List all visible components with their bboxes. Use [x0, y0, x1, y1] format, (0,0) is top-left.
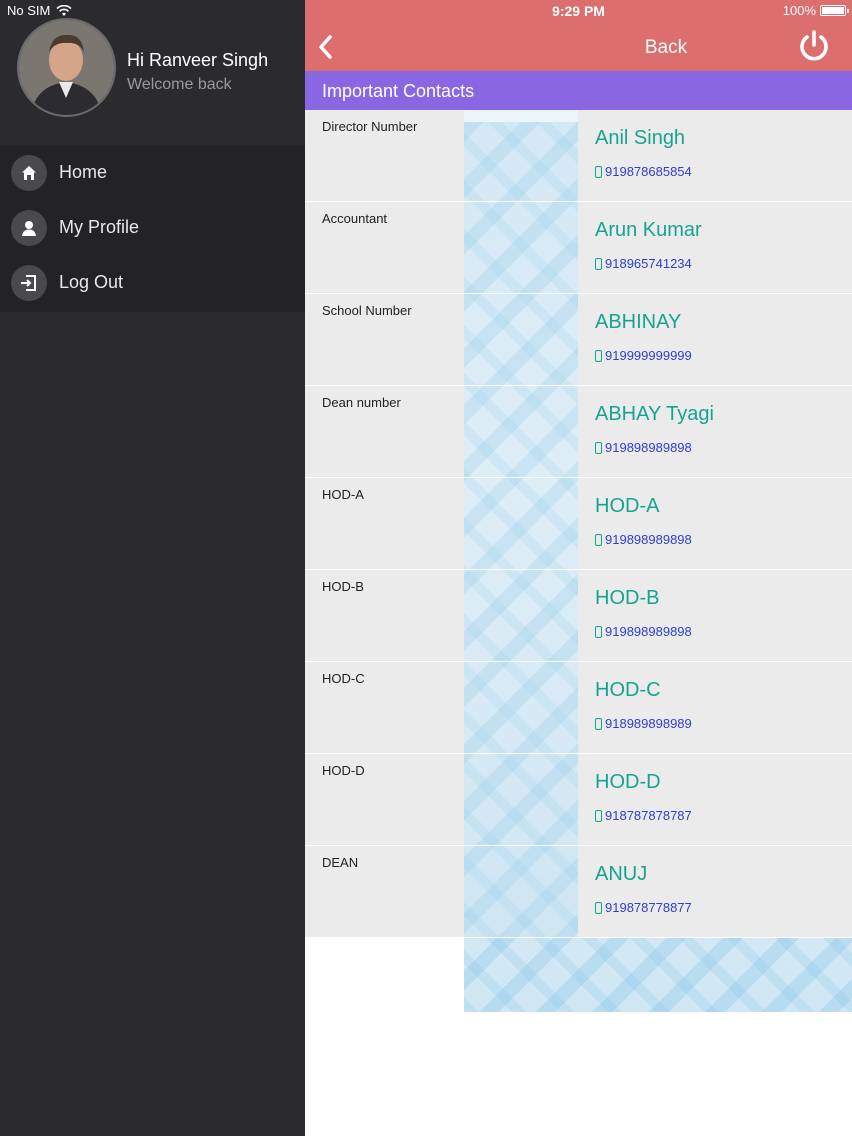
menu-item-my-profile[interactable]: My Profile [0, 200, 305, 255]
avatar-photo [19, 20, 114, 115]
contact-row[interactable]: HOD-C HOD-C 918989898989 [305, 662, 852, 754]
contact-role: Dean number [322, 395, 401, 410]
phone-icon [595, 441, 602, 454]
phone-number: 918989898989 [605, 716, 692, 731]
home-icon [11, 154, 47, 191]
main-panel: 9:29 PM 100% Back Important Contacts Dir… [305, 0, 852, 1136]
phone-icon [595, 349, 602, 362]
contact-name: HOD-A [595, 495, 660, 517]
contact-role: Accountant [322, 211, 388, 226]
menu-item-home[interactable]: Home [0, 145, 305, 200]
greeting-text: Hi Ranveer Singh [127, 50, 269, 70]
wifi-icon [56, 5, 72, 16]
phone-icon [595, 165, 602, 178]
phone-number: 919878685854 [605, 164, 692, 179]
contact-name: HOD-C [595, 679, 661, 701]
status-time: 9:29 PM [552, 3, 605, 19]
navigation-bar: 9:29 PM 100% Back [305, 0, 852, 71]
contact-row[interactable]: HOD-B HOD-B 919898989898 [305, 570, 852, 662]
back-chevron-icon[interactable] [313, 33, 337, 61]
phone-icon [595, 625, 602, 638]
contact-phone[interactable]: 918989898989 [595, 716, 692, 731]
phone-number: 919898989898 [605, 624, 692, 639]
phone-icon [595, 901, 602, 914]
contact-row[interactable]: Dean number ABHAY Tyagi 919898989898 [305, 386, 852, 478]
contact-name: HOD-B [595, 587, 660, 609]
contact-row[interactable]: HOD-A HOD-A 919898989898 [305, 478, 852, 570]
menu-item-log-out[interactable]: Log Out [0, 255, 305, 310]
phone-number: 919999999999 [605, 348, 692, 363]
phone-icon [595, 533, 602, 546]
phone-number: 919878778877 [605, 900, 692, 915]
contact-row[interactable]: Director Number Anil Singh 919878685854 [305, 110, 852, 202]
drawer-menu: Home My Profile Log Out [0, 145, 305, 312]
contact-role: DEAN [322, 855, 359, 870]
contact-list: Director Number Anil Singh 919878685854 … [305, 110, 852, 938]
contact-phone[interactable]: 919878685854 [595, 164, 692, 179]
phone-icon [595, 257, 602, 270]
contact-phone[interactable]: 919898989898 [595, 624, 692, 639]
contact-role: HOD-A [322, 487, 364, 502]
contact-role: HOD-C [322, 671, 365, 686]
user-icon [11, 209, 47, 246]
phone-number: 919898989898 [605, 532, 692, 547]
phone-number: 919898989898 [605, 440, 692, 455]
profile-header: Hi Ranveer Singh Welcome back [0, 18, 305, 118]
side-drawer: No SIM Hi Ranveer Singh Welcome back Hom… [0, 0, 305, 1136]
contact-phone[interactable]: 919999999999 [595, 348, 692, 363]
contact-phone[interactable]: 918787878787 [595, 808, 692, 823]
contact-role: School Number [322, 303, 412, 318]
menu-label-my-profile: My Profile [59, 217, 140, 237]
contact-role: Director Number [322, 119, 418, 134]
contact-row[interactable]: HOD-D HOD-D 918787878787 [305, 754, 852, 846]
contact-phone[interactable]: 919898989898 [595, 532, 692, 547]
menu-label-log-out: Log Out [59, 272, 124, 292]
battery-status: 100% [782, 3, 849, 18]
contact-row[interactable]: School Number ABHINAY 919999999999 [305, 294, 852, 386]
contact-role: HOD-D [322, 763, 365, 778]
back-label-wrap: Back [305, 37, 852, 59]
contact-row[interactable]: Accountant Arun Kumar 918965741234 [305, 202, 852, 294]
phone-number: 918965741234 [605, 256, 692, 271]
section-title: Important Contacts [305, 71, 852, 110]
contact-name: Arun Kumar [595, 219, 702, 241]
contact-phone[interactable]: 918965741234 [595, 256, 692, 271]
contact-name: ABHINAY [595, 311, 682, 333]
contact-phone[interactable]: 919898989898 [595, 440, 692, 455]
back-button[interactable]: Back [645, 37, 687, 58]
logout-icon [11, 264, 47, 301]
battery-icon [820, 5, 849, 16]
avatar[interactable] [17, 18, 116, 117]
power-icon[interactable] [796, 28, 832, 64]
contact-name: ANUJ [595, 863, 648, 885]
phone-icon [595, 717, 602, 730]
phone-number: 918787878787 [605, 808, 692, 823]
battery-percent: 100% [782, 3, 816, 18]
contact-name: Anil Singh [595, 127, 686, 149]
menu-label-home: Home [59, 162, 108, 182]
contact-phone[interactable]: 919878778877 [595, 900, 692, 915]
phone-icon [595, 809, 602, 822]
contact-role: HOD-B [322, 579, 364, 594]
contact-row[interactable]: DEAN ANUJ 919878778877 [305, 846, 852, 938]
contact-name: ABHAY Tyagi [595, 403, 714, 425]
contact-name: HOD-D [595, 771, 661, 793]
welcome-text: Welcome back [127, 76, 232, 93]
